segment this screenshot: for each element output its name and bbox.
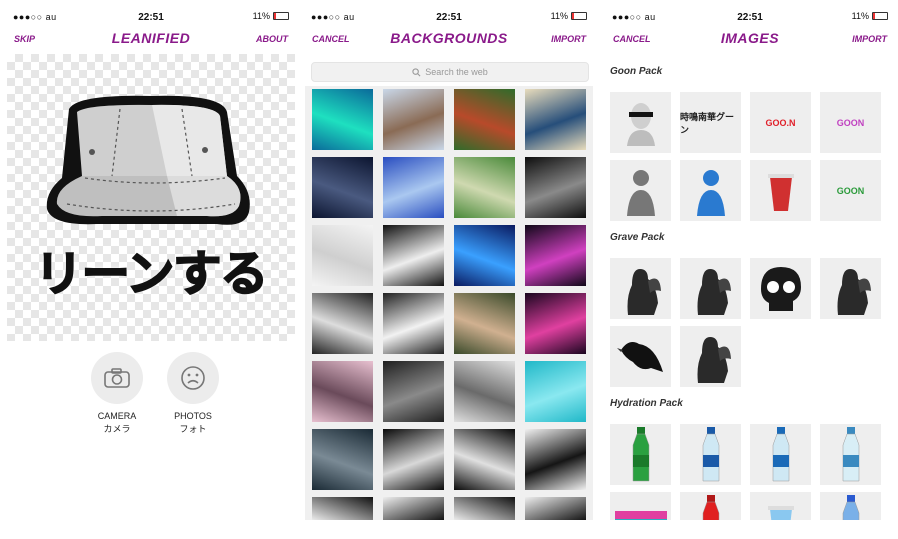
sticker-ice-cup[interactable] (750, 492, 811, 520)
background-grid (305, 86, 593, 520)
sticker-winged-angel[interactable] (820, 258, 881, 319)
sad-face-icon (181, 366, 205, 390)
background-thumb-forest-path[interactable] (454, 157, 515, 218)
sticker-statue-bust[interactable] (610, 92, 671, 153)
photos-label: PHOTOS フォト (153, 410, 233, 436)
background-thumb-pink-nebula[interactable] (525, 293, 586, 354)
backgrounds-screen: ●●●○○ au 22:51 11% CANCEL BACKGROUNDS IM… (305, 0, 593, 520)
import-button[interactable]: IMPORT (852, 34, 887, 44)
background-thumb-blue-waterfall-mirror[interactable] (312, 89, 373, 150)
sticker-goon-graffiti[interactable]: GOON (820, 92, 881, 153)
background-thumb-moon-rays[interactable] (454, 429, 515, 490)
background-thumb-misty-forest[interactable] (454, 293, 515, 354)
background-thumb-glitch-blocks[interactable] (312, 293, 373, 354)
background-thumb-japanese-garden[interactable] (454, 89, 515, 150)
background-thumb-black-splash[interactable] (525, 429, 586, 490)
sticker-drink-cup[interactable] (750, 160, 811, 221)
sticker-praying-statue[interactable] (680, 258, 741, 319)
background-thumb-night-moon[interactable] (312, 157, 373, 218)
search-placeholder: Search the web (425, 67, 488, 77)
background-thumb-glitch-row-2[interactable] (383, 497, 444, 520)
sticker-goon-logo-red[interactable]: GOO.N (750, 92, 811, 153)
background-thumb-dark-cross[interactable] (383, 361, 444, 422)
photos-button[interactable] (167, 352, 219, 404)
nav-bar: CANCEL BACKGROUNDS IMPORT (305, 28, 593, 52)
background-thumb-cherry-blossoms[interactable] (312, 361, 373, 422)
battery-icon (872, 12, 888, 20)
pack-title: Goon Pack (610, 66, 663, 77)
sticker-green-soda-bottle[interactable] (610, 424, 671, 485)
page-title: IMAGES (720, 30, 780, 46)
battery-indicator: 11% (551, 11, 587, 21)
camera-button[interactable] (91, 352, 143, 404)
nav-bar: CANCEL IMAGES IMPORT (606, 28, 894, 52)
sticker-skull[interactable] (750, 258, 811, 319)
pack-title: Grave Pack (610, 232, 665, 243)
nav-bar: SKIP LEANIFIED ABOUT (7, 28, 295, 52)
about-button[interactable]: ABOUT (256, 34, 288, 44)
battery-percent: 11% (550, 11, 568, 21)
background-thumb-blue-waterfall[interactable] (454, 225, 515, 286)
images-screen: ●●●○○ au 22:51 11% CANCEL IMAGES IMPORT … (606, 0, 894, 520)
background-thumb-glitch-row-4[interactable] (525, 497, 586, 520)
background-thumb-moon-black[interactable] (383, 429, 444, 490)
battery-icon (273, 12, 289, 20)
background-thumb-turquoise-water[interactable] (525, 361, 586, 422)
sticker-angel-statue-1[interactable] (610, 258, 671, 319)
background-thumb-foggy-crosses[interactable] (454, 361, 515, 422)
sticker-ramune-bottle[interactable] (820, 492, 881, 520)
background-thumb-neon-grid[interactable] (525, 225, 586, 286)
background-thumb-pagoda[interactable] (383, 89, 444, 150)
sticker-text: 時鳴南華グーン (680, 111, 735, 135)
background-thumb-white-texture[interactable] (312, 225, 373, 286)
background-thumb-great-wave[interactable] (525, 89, 586, 150)
pack-title: Hydration Pack (610, 398, 683, 409)
background-thumb-white-stripes[interactable] (383, 293, 444, 354)
camera-label-jp: カメラ (103, 424, 131, 434)
image-canvas[interactable]: リーンする (7, 54, 295, 341)
battery-percent: 11% (851, 11, 869, 21)
search-icon (412, 67, 421, 76)
sticker-text: GOON (836, 185, 865, 196)
battery-indicator: 11% (253, 11, 289, 21)
camera-icon (104, 368, 130, 388)
page-title: LEANIFIED (111, 30, 191, 46)
sticker-water-bottle-3[interactable] (820, 424, 881, 485)
image-packs: Goon Pack 時鳴南華グーン GOO.N GOON GOON Grave Pack H… (606, 52, 894, 520)
sticker-water-bottle-2[interactable] (750, 424, 811, 485)
background-thumb-foggy-trees[interactable] (312, 429, 373, 490)
caption-text: リーンする (34, 247, 270, 302)
sticker-text: GOO.N (765, 117, 796, 128)
status-bar: ●●●○○ au 22:51 11% (7, 0, 295, 28)
background-thumb-glitch-bw[interactable] (383, 225, 444, 286)
sticker-text: GOON (836, 117, 865, 128)
sticker-water-bottle-1[interactable] (680, 424, 741, 485)
photos-label-jp: フォト (179, 424, 207, 434)
photos-label-en: PHOTOS (174, 411, 212, 421)
background-thumb-pixel-sky-cloud[interactable] (383, 157, 444, 218)
sticker-green-letters[interactable]: GOON (820, 160, 881, 221)
battery-indicator: 11% (852, 11, 888, 21)
sticker-angel-statue-2[interactable] (680, 326, 741, 387)
sticker-red-sports-drink[interactable] (680, 492, 741, 520)
sticker-japanese-text[interactable]: 時鳴南華グーン (680, 92, 741, 153)
battery-percent: 11% (252, 11, 270, 21)
sticker-vaporwave-box[interactable] (610, 492, 671, 520)
leanify-screen: ●●●○○ au 22:51 11% SKIP LEANIFIED ABOUT … (7, 0, 295, 520)
camera-label-en: CAMERA (97, 411, 137, 421)
background-thumb-black-marble[interactable] (525, 157, 586, 218)
background-thumb-glitch-row-3[interactable] (454, 497, 515, 520)
battery-icon (571, 12, 587, 20)
search-input[interactable]: Search the web (311, 62, 589, 82)
import-button[interactable]: IMPORT (551, 34, 586, 44)
camera-label: CAMERA カメラ (77, 410, 157, 436)
status-bar: ●●●○○ au 22:51 11% (305, 0, 593, 28)
sticker-black-crow[interactable] (610, 326, 671, 387)
sticker-blue-hoodie-guy[interactable] (680, 160, 741, 221)
status-bar: ●●●○○ au 22:51 11% (606, 0, 894, 28)
page-title: BACKGROUNDS (390, 30, 508, 46)
background-thumb-glitch-row-1[interactable] (312, 497, 373, 520)
sticker-girl-photo[interactable] (610, 160, 671, 221)
